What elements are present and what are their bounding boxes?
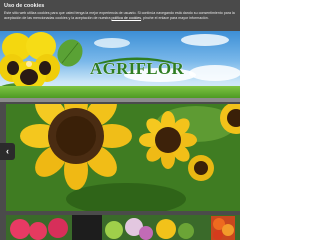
chevron-left-icon: ‹ <box>6 146 9 156</box>
slider-prev-button[interactable]: ‹ <box>0 143 15 160</box>
gallery-strip <box>6 215 240 240</box>
flowers-strip-image <box>6 215 240 240</box>
cookie-notice-end: , pinche el enlace para mayor informació… <box>141 15 209 20</box>
hero-slide-image <box>6 104 240 211</box>
cookie-notice: Uso de cookies Este sitio web utiliza co… <box>0 0 240 31</box>
cookie-policy-link[interactable]: política de cookies <box>111 16 141 20</box>
pansy-flower-image <box>0 32 60 91</box>
cookie-notice-title: Uso de cookies <box>4 3 45 9</box>
agriflor-logo[interactable]: AGRIFLOR <box>88 53 186 83</box>
thumbnail-flower-image <box>211 216 235 240</box>
grass-strip <box>0 86 240 98</box>
sunflowers-image <box>6 104 240 211</box>
logo-text: AGRIFLOR <box>90 59 185 78</box>
cookie-notice-text: Este sitio web utiliza cookies para que … <box>4 11 237 20</box>
site-header: AGRIFLOR <box>0 31 240 98</box>
gallery-thumbnail[interactable] <box>211 216 235 240</box>
